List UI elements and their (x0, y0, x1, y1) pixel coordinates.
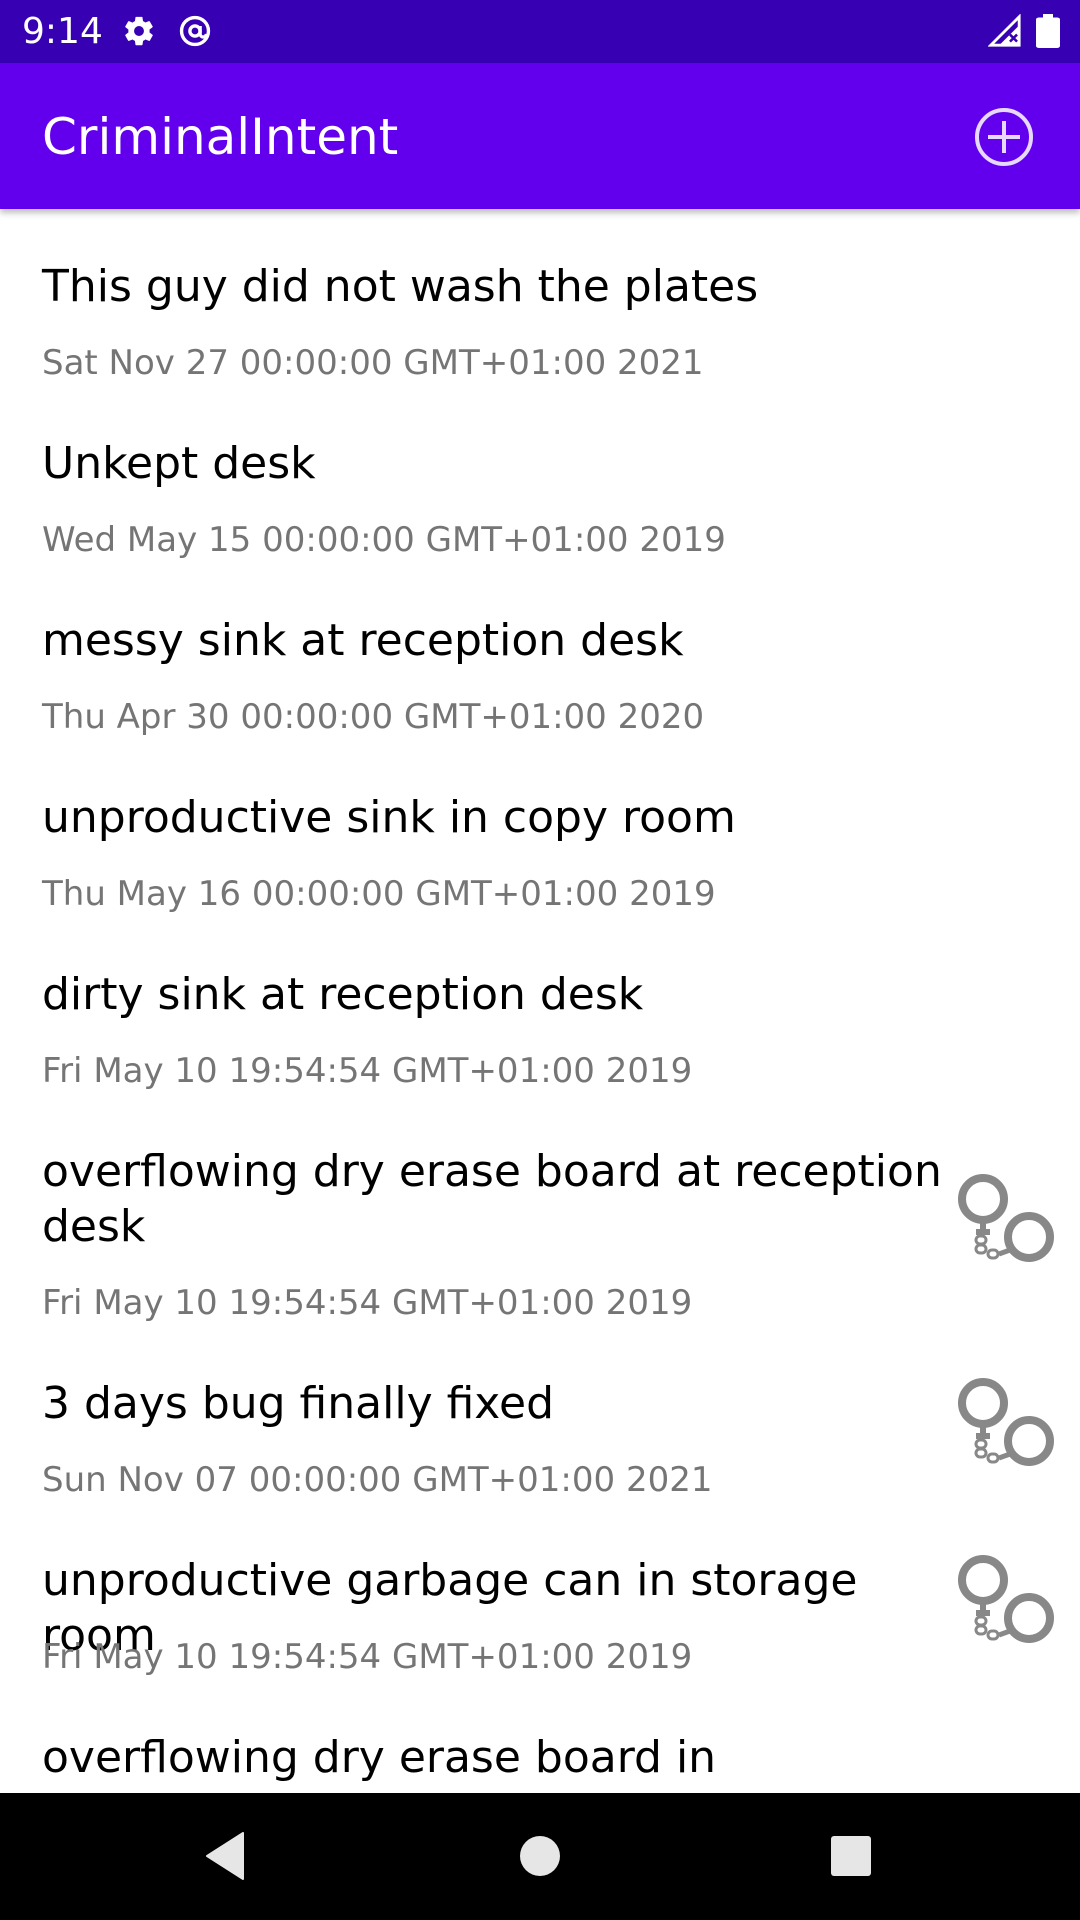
status-time: 9:14 (22, 11, 103, 52)
crime-date: Fri May 10 19:54:54 GMT+01:00 2019 (42, 1283, 693, 1323)
crime-date: Wed May 15 00:00:00 GMT+01:00 2019 (42, 520, 726, 560)
crime-title: Unkept desk (42, 438, 316, 489)
crime-list-item[interactable]: 3 days bug finally fixed Sun Nov 07 00:0… (0, 1326, 1080, 1503)
crime-title: This guy did not wash the plates (42, 261, 759, 312)
app-title: CriminalIntent (42, 108, 399, 166)
crime-date: Sun Nov 07 00:00:00 GMT+01:00 2021 (42, 1460, 713, 1500)
back-button[interactable] (193, 1823, 259, 1889)
crime-list[interactable]: This guy did not wash the plates Sat Nov… (0, 209, 1080, 1793)
crime-list-item[interactable]: unproductive sink in copy room Thu May 1… (0, 740, 1080, 917)
signal-icon (988, 14, 1022, 48)
crime-date: Thu May 16 00:00:00 GMT+01:00 2019 (42, 874, 716, 914)
crime-list-item[interactable]: dirty sink at reception desk Fri May 10 … (0, 917, 1080, 1094)
handcuffs-icon (954, 1553, 1060, 1647)
crime-title: messy sink at reception desk (42, 615, 684, 666)
crime-title: 3 days bug finally fixed (42, 1378, 554, 1429)
navigation-bar (0, 1793, 1080, 1920)
back-icon (206, 1832, 244, 1880)
crime-date: Sat Nov 27 00:00:00 GMT+01:00 2021 (42, 343, 704, 383)
at-sign-icon (178, 14, 212, 48)
handcuffs-icon (954, 1172, 1060, 1266)
status-bar: 9:14 (0, 0, 1080, 63)
add-crime-button[interactable] (973, 106, 1035, 168)
recents-icon (831, 1836, 871, 1876)
recents-button[interactable] (818, 1823, 884, 1889)
app-bar: CriminalIntent (0, 63, 1080, 209)
crime-list-item[interactable]: overflowing dry erase board in bathroom (0, 1680, 1080, 1793)
home-button[interactable] (507, 1823, 573, 1889)
crime-title: overflowing dry erase board at reception… (42, 1146, 942, 1252)
crime-date: Thu Apr 30 00:00:00 GMT+01:00 2020 (42, 697, 705, 737)
crime-title: unproductive sink in copy room (42, 792, 736, 843)
crime-date: Fri May 10 19:54:54 GMT+01:00 2019 (42, 1637, 693, 1677)
home-icon (520, 1836, 560, 1876)
crime-list-item[interactable]: overflowing dry erase board at reception… (0, 1094, 1080, 1326)
crime-list-item[interactable]: unproductive garbage can in storage room… (0, 1503, 1080, 1680)
crime-date: Fri May 10 19:54:54 GMT+01:00 2019 (42, 1051, 693, 1091)
gear-icon (122, 14, 156, 48)
crime-list-item[interactable]: This guy did not wash the plates Sat Nov… (0, 209, 1080, 386)
crime-title: overflowing dry erase board in bathroom (42, 1732, 717, 1793)
crime-title: dirty sink at reception desk (42, 969, 644, 1020)
crime-list-item[interactable]: messy sink at reception desk Thu Apr 30 … (0, 563, 1080, 740)
battery-icon (1036, 14, 1060, 48)
handcuffs-icon (954, 1376, 1060, 1470)
add-circle-icon (975, 108, 1033, 166)
crime-list-item[interactable]: Unkept desk Wed May 15 00:00:00 GMT+01:0… (0, 386, 1080, 563)
